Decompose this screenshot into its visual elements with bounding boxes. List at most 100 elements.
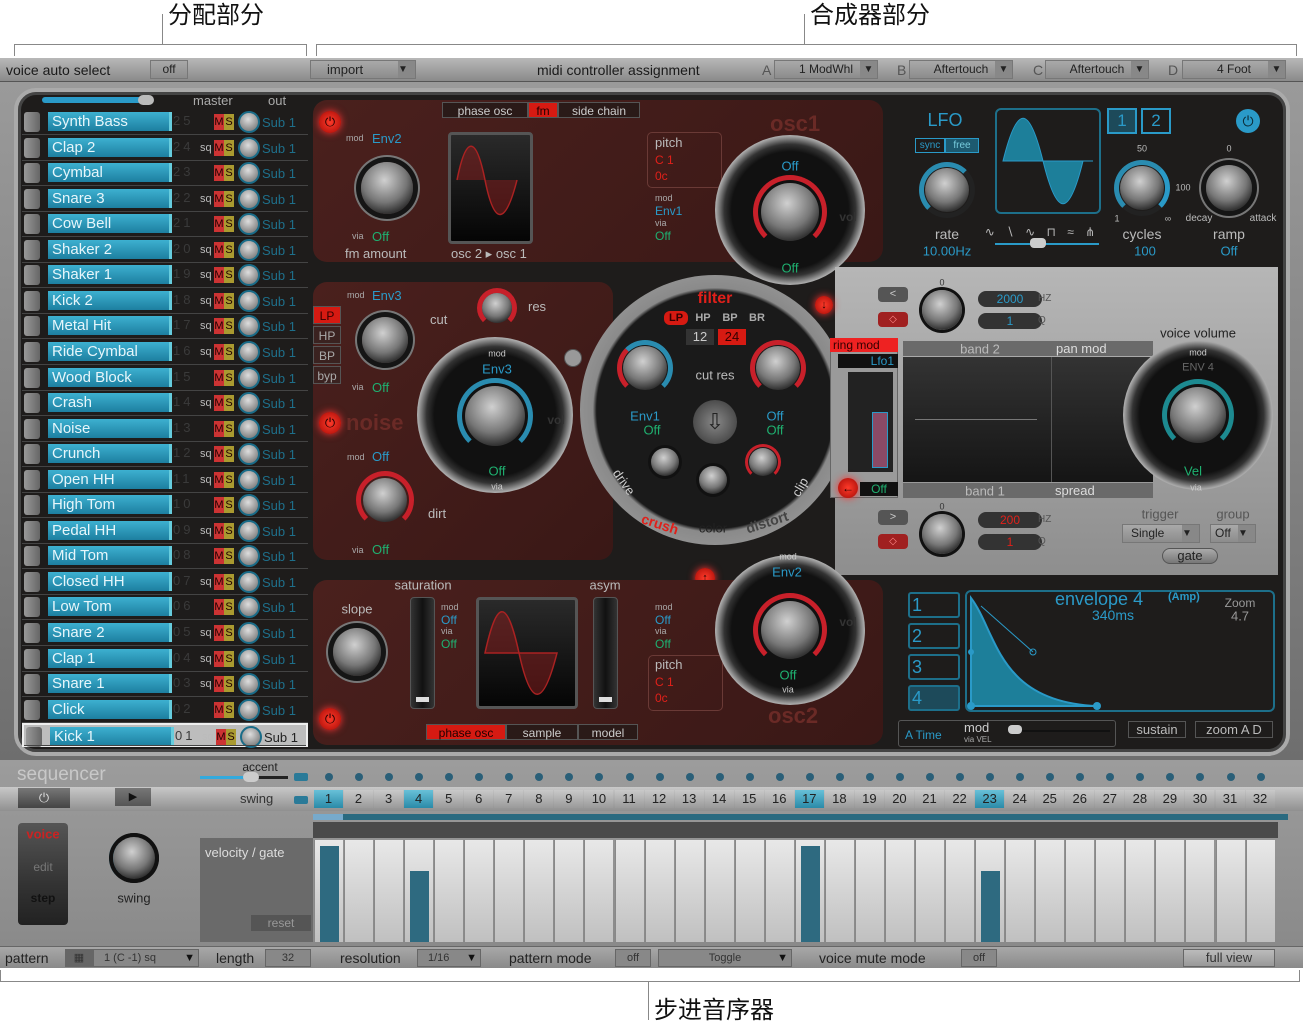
- pan-knob[interactable]: [238, 366, 260, 389]
- output-select[interactable]: Sub 1: [262, 703, 296, 718]
- pan-knob[interactable]: [238, 392, 260, 415]
- voice-name[interactable]: Wood Block: [48, 367, 172, 387]
- mute-button[interactable]: M: [214, 267, 224, 284]
- voice-row[interactable]: Snare 1 03 sq M S Sub 1: [22, 672, 308, 698]
- zoom-ad-button[interactable]: zoom A D: [1195, 721, 1273, 738]
- voice-name[interactable]: Kick 1: [50, 727, 174, 747]
- step-number-32[interactable]: 32: [1245, 790, 1275, 808]
- voice-name[interactable]: Snare 3: [48, 188, 172, 208]
- accent-dot[interactable]: [865, 773, 874, 781]
- velocity-column[interactable]: [704, 840, 734, 942]
- output-select[interactable]: Sub 1: [262, 422, 296, 437]
- saturation-slider[interactable]: [410, 597, 435, 709]
- velocity-column[interactable]: [945, 840, 975, 942]
- voice-drag-handle[interactable]: [24, 546, 40, 567]
- osc1-pitch-via[interactable]: Off: [655, 230, 671, 242]
- ring-mod-label[interactable]: ring mod: [830, 338, 898, 352]
- accent-dot[interactable]: [625, 773, 634, 781]
- step-number-24[interactable]: 24: [1005, 790, 1035, 808]
- swing-toggle[interactable]: [294, 796, 308, 804]
- mode-edit[interactable]: edit: [33, 861, 52, 873]
- lfo-tab-2[interactable]: 2: [1141, 108, 1171, 134]
- drive-knob[interactable]: [651, 448, 679, 476]
- voice-name[interactable]: Closed HH: [48, 571, 172, 591]
- pan-knob[interactable]: [238, 545, 260, 568]
- voice-drag-handle[interactable]: [24, 239, 40, 260]
- filter-slope-12[interactable]: 12: [686, 329, 714, 345]
- mute-button[interactable]: M: [214, 114, 224, 130]
- band1-freq-field[interactable]: 200: [978, 512, 1042, 528]
- toggle-select[interactable]: Toggle ▼: [658, 949, 792, 967]
- filter-type-br[interactable]: BR: [745, 311, 769, 325]
- noise-cut-knob[interactable]: [362, 317, 408, 363]
- mute-button[interactable]: M: [214, 292, 224, 309]
- solo-button[interactable]: S: [224, 114, 234, 130]
- asym-via[interactable]: Off: [655, 638, 671, 650]
- solo-button[interactable]: S: [224, 676, 234, 693]
- mute-button[interactable]: M: [214, 625, 224, 641]
- velocity-bar[interactable]: [320, 846, 339, 942]
- voice-drag-handle[interactable]: [24, 214, 40, 235]
- filter-series-arrow-down-icon[interactable]: ⇩: [693, 400, 737, 444]
- scrollbar-thumb[interactable]: [313, 814, 343, 820]
- lfo-tab-1[interactable]: 1: [1107, 108, 1137, 134]
- step-number-5[interactable]: 5: [434, 790, 464, 808]
- lfo-sync-button[interactable]: sync: [915, 138, 945, 153]
- noise-volume-knob[interactable]: [465, 386, 525, 446]
- voice-drag-handle[interactable]: [24, 571, 40, 592]
- mute-button[interactable]: M: [214, 216, 224, 233]
- output-select[interactable]: Sub 1: [262, 524, 296, 539]
- output-select[interactable]: Sub 1: [262, 447, 296, 462]
- step-number-12[interactable]: 12: [644, 790, 674, 808]
- voice-name[interactable]: Crunch: [48, 444, 172, 464]
- slope-knob[interactable]: [333, 628, 381, 676]
- reset-button[interactable]: reset: [251, 915, 311, 931]
- voice-name[interactable]: Shaker 2: [48, 239, 172, 259]
- voice-name[interactable]: Snare 2: [48, 623, 172, 642]
- osc1-vol-via[interactable]: Off: [781, 262, 798, 275]
- filter-bypass-toggle[interactable]: [564, 349, 582, 367]
- voice-drag-handle[interactable]: [24, 699, 40, 720]
- solo-button[interactable]: S: [224, 522, 234, 539]
- solo-button[interactable]: S: [224, 548, 234, 565]
- step-number-4[interactable]: 4: [404, 790, 434, 808]
- step-number-21[interactable]: 21: [915, 790, 944, 808]
- accent-dot[interactable]: [835, 773, 844, 781]
- step-number-11[interactable]: 11: [614, 790, 644, 808]
- velocity-column[interactable]: [824, 840, 854, 942]
- voice-row[interactable]: Snare 3 22 sq M S Sub 1: [22, 187, 308, 212]
- velocity-column[interactable]: [404, 840, 434, 942]
- noise-power-icon[interactable]: ⏻: [319, 412, 341, 434]
- filter-cut-mod[interactable]: Env1: [630, 410, 660, 423]
- accent-dot[interactable]: [926, 773, 934, 781]
- lfo-cycles-knob[interactable]: [1120, 166, 1164, 210]
- solo-button[interactable]: S: [224, 650, 234, 667]
- solo-button[interactable]: S: [224, 318, 234, 335]
- pan-knob[interactable]: [238, 698, 260, 721]
- step-number-19[interactable]: 19: [854, 790, 884, 808]
- voice-row[interactable]: Synth Bass 25 M S Sub 1: [22, 110, 308, 135]
- voice-row[interactable]: Click 02 M S Sub 1: [22, 698, 308, 723]
- fm-via-value[interactable]: Off: [372, 230, 389, 243]
- pan-knob[interactable]: [238, 315, 260, 338]
- osc2-waveform-display[interactable]: [476, 597, 578, 709]
- noise-dirt-mod[interactable]: Off: [372, 450, 389, 463]
- band1-gain-knob[interactable]: [922, 514, 962, 554]
- trigger-row[interactable]: [313, 822, 1278, 838]
- mode-step[interactable]: step: [31, 892, 56, 904]
- osc1-tab-phase-osc[interactable]: phase osc: [442, 102, 528, 118]
- resolution-select[interactable]: 1/16 ▼: [417, 949, 481, 967]
- velocity-column[interactable]: [314, 840, 343, 942]
- voice-row[interactable]: Cymbal 23 M S Sub 1: [22, 161, 308, 187]
- velocity-bar[interactable]: [800, 846, 820, 942]
- pan-knob[interactable]: [238, 519, 260, 542]
- slot-c-select[interactable]: Aftertouch ▼: [1045, 60, 1149, 79]
- voice-row[interactable]: Crunch 12 sq M S Sub 1: [22, 442, 308, 468]
- sequencer-play-icon[interactable]: ▶: [115, 788, 151, 806]
- step-number-15[interactable]: 15: [734, 790, 764, 808]
- step-number-1[interactable]: 1: [314, 790, 343, 808]
- voice-name[interactable]: Low Tom: [48, 597, 172, 617]
- velocity-column[interactable]: [1005, 840, 1035, 942]
- output-select[interactable]: Sub 1: [262, 141, 296, 156]
- noise-filter-hp[interactable]: HP: [313, 326, 341, 344]
